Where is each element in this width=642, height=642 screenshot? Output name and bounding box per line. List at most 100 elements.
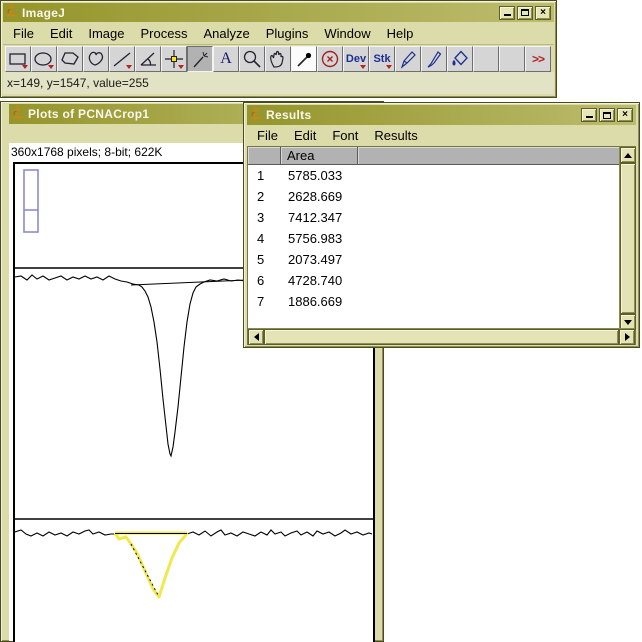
up-arrow-icon xyxy=(624,152,632,158)
maximize-icon xyxy=(521,9,529,16)
tool-options-arrow-icon xyxy=(178,64,184,69)
area-value: 7412.347 xyxy=(288,210,343,225)
table-row[interactable]: 5 2073.497 xyxy=(248,249,619,270)
freehand-tool-button[interactable] xyxy=(83,45,109,72)
results-table-header: Area xyxy=(248,147,619,165)
results-menu-font[interactable]: Font xyxy=(324,125,366,146)
minimize-icon xyxy=(585,112,593,118)
angle-tool-button[interactable] xyxy=(135,45,161,72)
table-row[interactable]: 4 5756.983 xyxy=(248,228,619,249)
maximize-button[interactable] xyxy=(599,108,615,122)
scroll-right-button[interactable] xyxy=(619,329,635,345)
vertical-scroll-thumb[interactable] xyxy=(620,163,636,314)
close-others-tool-button[interactable] xyxy=(317,45,343,72)
plot2-profile-trace xyxy=(15,529,373,537)
empty-tool-slot[interactable] xyxy=(499,45,525,72)
menu-plugins[interactable]: Plugins xyxy=(258,23,317,44)
color-picker-tool-button[interactable] xyxy=(291,45,317,72)
imagej-titlebar[interactable]: ImageJ × xyxy=(3,3,554,22)
rectangle-tool-button[interactable] xyxy=(5,45,31,72)
tool-options-arrow-icon xyxy=(126,64,132,69)
table-row[interactable]: 7 1886.669 xyxy=(248,291,619,312)
row-number: 5 xyxy=(257,252,265,267)
menu-window[interactable]: Window xyxy=(316,23,378,44)
minimize-icon xyxy=(503,10,511,16)
magnifier-tool-button[interactable] xyxy=(239,45,265,72)
row-number: 6 xyxy=(257,273,265,288)
close-button[interactable]: × xyxy=(535,5,551,20)
row-number-column-header[interactable] xyxy=(248,147,281,164)
results-titlebar[interactable]: Results × xyxy=(247,105,636,125)
right-arrow-icon xyxy=(624,333,630,341)
line-tool-button[interactable] xyxy=(109,45,135,72)
table-row[interactable]: 1 5785.033 xyxy=(248,165,619,186)
dev-tool-button[interactable]: Dev xyxy=(343,45,369,72)
stk-tool-button[interactable]: Stk xyxy=(369,45,395,72)
status-text: x=149, y=1547, value=255 xyxy=(7,76,149,90)
app-microscope-icon xyxy=(6,3,18,22)
stk-tool-label: Stk xyxy=(373,52,391,65)
filler-column-header xyxy=(358,147,619,164)
row-number: 1 xyxy=(257,168,265,183)
wand-icon xyxy=(193,51,209,67)
horizontal-scrollbar[interactable] xyxy=(248,328,635,345)
menu-file[interactable]: File xyxy=(5,23,42,44)
menu-image[interactable]: Image xyxy=(80,23,132,44)
polygon-tool-button[interactable] xyxy=(57,45,83,72)
brush-icon xyxy=(427,50,442,68)
area-value: 5756.983 xyxy=(288,231,343,246)
more-tools-button[interactable]: >> xyxy=(525,45,551,72)
desktop: ImageJ × File Edit Image Process Analyze… xyxy=(0,0,642,642)
menu-edit[interactable]: Edit xyxy=(42,23,80,44)
table-row[interactable]: 6 4728.740 xyxy=(248,270,619,291)
results-menu-results[interactable]: Results xyxy=(366,125,425,146)
text-tool-icon: A xyxy=(220,49,232,67)
maximize-button[interactable] xyxy=(517,5,533,20)
results-window-title: Results xyxy=(266,108,312,122)
brush-tool-button[interactable] xyxy=(421,45,447,72)
maximize-icon xyxy=(603,111,611,119)
image-info-text: 360x1768 pixels; 8-bit; 622K xyxy=(11,144,163,159)
tool-options-arrow-icon xyxy=(48,64,54,69)
more-tools-icon: >> xyxy=(531,51,545,66)
menu-process[interactable]: Process xyxy=(133,23,196,44)
area-value: 5785.033 xyxy=(288,168,343,183)
x-circle-icon xyxy=(321,50,339,67)
imagej-statusbar: x=149, y=1547, value=255 xyxy=(3,72,554,94)
table-row[interactable]: 3 7412.347 xyxy=(248,207,619,228)
close-icon: × xyxy=(622,109,628,120)
tool-options-arrow-icon xyxy=(386,64,392,69)
tool-options-arrow-icon xyxy=(360,64,366,69)
vertical-scrollbar[interactable] xyxy=(619,147,636,330)
down-arrow-icon xyxy=(624,319,632,325)
freehand-icon xyxy=(88,51,104,66)
app-microscope-icon xyxy=(12,104,24,124)
empty-tool-slot[interactable] xyxy=(473,45,499,72)
fill-tool-button[interactable] xyxy=(447,45,473,72)
magnifier-icon xyxy=(243,50,261,68)
results-table-area: Area 1 5785.033 2 2628.669 3 7412.347 4 xyxy=(247,146,636,345)
close-button[interactable]: × xyxy=(617,108,633,122)
pencil-tool-button[interactable] xyxy=(395,45,421,72)
menu-analyze[interactable]: Analyze xyxy=(195,23,257,44)
area-column-header[interactable]: Area xyxy=(281,147,358,164)
point-tool-button[interactable] xyxy=(161,45,187,72)
area-value: 4728.740 xyxy=(288,273,343,288)
scroll-left-button[interactable] xyxy=(248,329,264,345)
menu-help[interactable]: Help xyxy=(379,23,422,44)
minimize-button[interactable] xyxy=(581,108,597,122)
hand-tool-button[interactable] xyxy=(265,45,291,72)
hand-icon xyxy=(270,50,284,68)
text-tool-button[interactable]: A xyxy=(213,45,239,72)
horizontal-scroll-thumb[interactable] xyxy=(264,329,619,345)
minimize-button[interactable] xyxy=(499,5,515,20)
scroll-up-button[interactable] xyxy=(620,147,636,163)
table-row[interactable]: 2 2628.669 xyxy=(248,186,619,207)
plot1-selection-chord xyxy=(130,279,248,286)
results-menubar: File Edit Font Results xyxy=(247,125,636,146)
angle-icon xyxy=(140,52,156,66)
wand-tool-button[interactable] xyxy=(187,45,213,72)
results-menu-file[interactable]: File xyxy=(249,125,286,146)
results-menu-edit[interactable]: Edit xyxy=(286,125,324,146)
oval-tool-button[interactable] xyxy=(31,45,57,72)
